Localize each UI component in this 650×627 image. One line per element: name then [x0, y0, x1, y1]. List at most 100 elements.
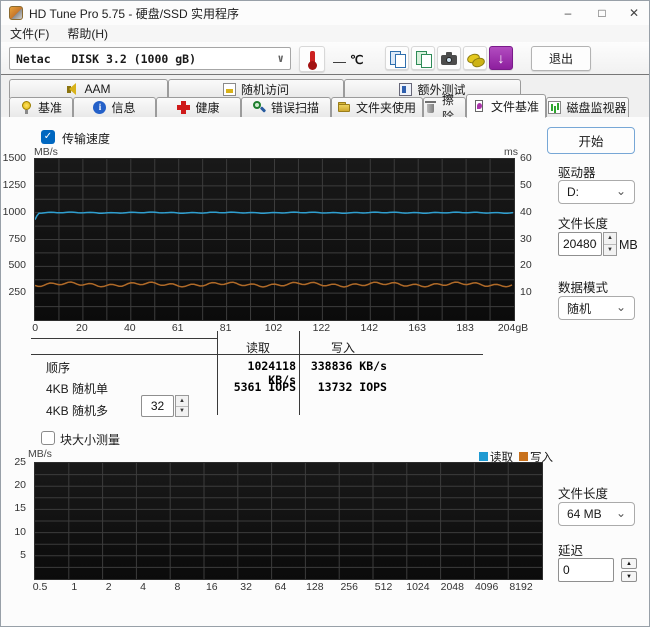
copy-image-button[interactable]	[411, 46, 435, 70]
axis-tick: 512	[375, 581, 393, 593]
main-chart-y-unit: MB/s	[34, 146, 58, 158]
main-chart-right-unit: ms	[504, 146, 518, 158]
device-selector[interactable]: Netac DISK 3.2 (1000 gB) ∨	[9, 47, 291, 70]
axis-tick: 20	[520, 259, 532, 271]
down-arrow-icon: ↓	[498, 50, 505, 66]
random-single-write-value: 13732 IOPS	[303, 380, 387, 394]
tab-health[interactable]: 健康	[156, 97, 241, 117]
axis-tick: 1000	[3, 206, 26, 218]
file-length-field[interactable]	[558, 232, 602, 256]
menu-help[interactable]: 帮助(H)	[67, 25, 108, 42]
purchase-button[interactable]	[463, 46, 487, 70]
tab-file-benchmark[interactable]: 文件基准	[466, 94, 546, 118]
axis-tick: 10	[520, 286, 532, 298]
file-length-spinner[interactable]: ▲▼	[603, 232, 617, 256]
transfer-speed-label: 传输速度	[62, 130, 110, 147]
transfer-speed-checkbox[interactable]: ✓	[41, 130, 55, 144]
block-size-label: 块大小测量	[60, 431, 120, 448]
tab-error-scan[interactable]: 错误扫描	[241, 97, 331, 117]
tab-erase[interactable]: 擦除	[423, 97, 466, 117]
tab-strip: AAM 随机访问 额外测试 基准 i 信息 健康	[1, 75, 649, 117]
bulb-icon	[20, 101, 33, 114]
menu-bar: 文件(F) 帮助(H)	[1, 25, 649, 42]
download-button[interactable]: ↓	[489, 46, 513, 70]
axis-tick: 5	[20, 549, 26, 561]
data-mode-dropdown[interactable]: 随机 ⌄	[558, 296, 635, 320]
axis-tick: 8	[175, 581, 181, 593]
axis-tick: 256	[340, 581, 358, 593]
queue-depth-field[interactable]	[141, 395, 174, 417]
extra-chart-icon	[399, 83, 412, 96]
axis-tick: 15	[14, 502, 26, 514]
axis-tick: 500	[8, 259, 26, 271]
axis-tick: 0	[32, 322, 38, 334]
tab-benchmark[interactable]: 基准	[9, 97, 73, 117]
close-button[interactable]: ✕	[619, 1, 649, 25]
magnifier-icon	[253, 101, 266, 114]
axis-tick: 0.5	[33, 581, 48, 593]
table-line	[31, 338, 217, 339]
axis-tick: 32	[240, 581, 252, 593]
trash-icon	[424, 101, 437, 114]
axis-tick: 81	[220, 322, 232, 334]
spin-up-icon[interactable]: ▲	[604, 233, 616, 245]
main-chart-right-ticks: 605040302010	[518, 158, 542, 319]
screenshot-button[interactable]	[437, 46, 461, 70]
block-file-length-dropdown[interactable]: 64 MB ⌄	[558, 502, 635, 526]
axis-tick: 128	[306, 581, 324, 593]
axis-tick: 40	[124, 322, 136, 334]
folder-icon	[338, 101, 351, 114]
file-length-unit: MB	[619, 238, 638, 252]
copy-text-button[interactable]	[385, 46, 409, 70]
temperature-button[interactable]	[299, 46, 325, 72]
data-mode-label: 数据模式	[558, 277, 608, 296]
maximize-button[interactable]: □	[587, 1, 617, 25]
block-size-checkbox[interactable]	[41, 431, 55, 445]
axis-tick: 1024	[406, 581, 429, 593]
exit-button[interactable]: 退出	[531, 46, 591, 71]
window-title: HD Tune Pro 5.75 - 硬盘/SSD 实用程序	[29, 5, 239, 22]
axis-tick: 8192	[509, 581, 532, 593]
delay-label: 延迟	[558, 540, 583, 559]
title-bar: HD Tune Pro 5.75 - 硬盘/SSD 实用程序	[1, 1, 649, 25]
delay-spin-up[interactable]: ▲	[621, 558, 637, 569]
start-button[interactable]: 开始	[547, 127, 635, 154]
tab-random-access[interactable]: 随机访问	[168, 79, 344, 98]
drive-label: 驱动器	[558, 162, 596, 181]
block-chart-y-unit: MB/s	[28, 448, 52, 460]
row-4k-multi-label: 4KB 随机多	[46, 402, 108, 419]
delay-field[interactable]	[558, 558, 614, 582]
axis-tick: 10	[14, 526, 26, 538]
row-sequential-label: 顺序	[46, 359, 70, 376]
sequential-write-value: 338836 KB/s	[303, 359, 387, 373]
queue-depth-spinner[interactable]: ▲▼	[175, 395, 189, 417]
spin-down-icon[interactable]: ▼	[176, 407, 188, 417]
minimize-button[interactable]: –	[553, 1, 583, 25]
tab-disk-monitor[interactable]: 磁盘监视器	[546, 97, 629, 117]
tab-aam[interactable]: AAM	[9, 79, 168, 98]
block-chart-x-ticks: 0.512481632641282565121024204840968192	[34, 581, 541, 595]
temperature-unit: ℃	[350, 53, 363, 67]
app-window: HD Tune Pro 5.75 - 硬盘/SSD 实用程序 – □ ✕ 文件(…	[0, 0, 650, 627]
axis-tick: 20	[14, 479, 26, 491]
legend-swatch	[519, 452, 528, 461]
axis-tick: 142	[361, 322, 379, 334]
block-size-chart	[34, 462, 543, 580]
chevron-down-icon: ⌄	[616, 304, 626, 311]
transfer-speed-chart	[34, 158, 515, 321]
main-chart-left-ticks: 150012501000750500250	[1, 158, 30, 319]
menu-file[interactable]: 文件(F)	[10, 25, 49, 42]
speaker-icon	[66, 83, 79, 96]
axis-tick: 60	[520, 152, 532, 164]
axis-tick: 4096	[475, 581, 498, 593]
axis-tick: 4	[140, 581, 146, 593]
tab-folder-usage[interactable]: 文件夹使用	[331, 97, 423, 117]
tab-info[interactable]: i 信息	[73, 97, 156, 117]
spin-up-icon[interactable]: ▲	[176, 396, 188, 407]
drive-dropdown[interactable]: D: ⌄	[558, 180, 635, 204]
toolbar: Netac DISK 3.2 (1000 gB) ∨ — ℃ ↓	[1, 42, 649, 75]
spin-down-icon[interactable]: ▼	[604, 245, 616, 256]
axis-tick: 2048	[441, 581, 464, 593]
disk-monitor-icon	[548, 101, 561, 114]
delay-spin-down[interactable]: ▼	[621, 571, 637, 582]
